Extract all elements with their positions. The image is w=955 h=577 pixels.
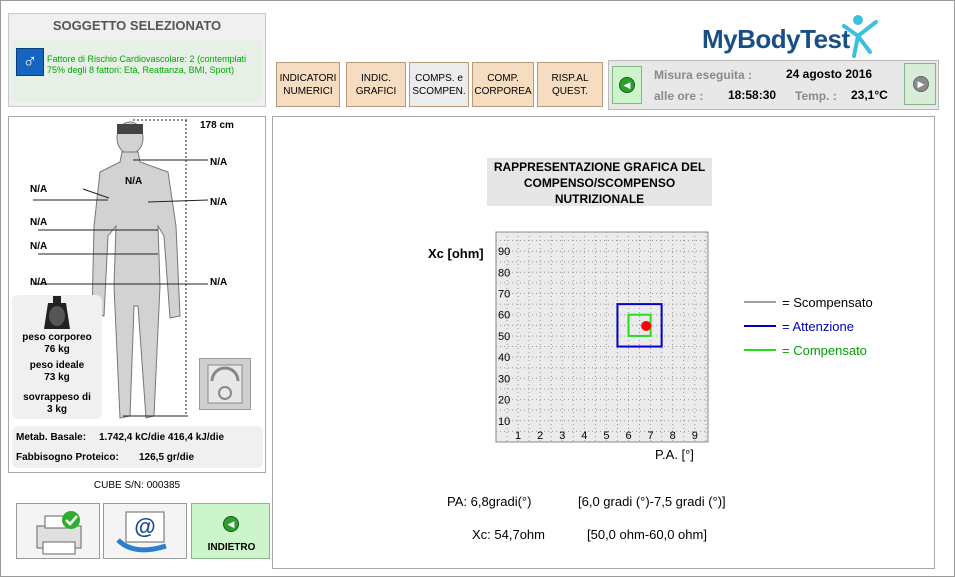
temp-value: 23,1°C [851,88,888,102]
measure-thigh-left: N/A [30,277,48,288]
y-tick-label: 60 [498,310,510,322]
x-tick-label: 5 [603,430,609,442]
scale-icon [207,364,243,404]
weight-icon [44,296,70,329]
tab-label-2: QUEST. [551,85,589,97]
y-tick-label: 90 [498,246,510,258]
peso-corporeo-label: peso corporeo [22,332,92,343]
measure-time-label: alle ore : [654,89,704,103]
chart-title-line2: COMPENSO/SCOMPENSO [523,176,676,190]
measure-hips: N/A [30,241,48,252]
subject-title: SOGGETTO SELEZIONATO [52,18,222,33]
tab-label-2: SCOMPEN. [412,85,466,97]
y-axis-label: Xc [ohm] [428,246,484,261]
x-axis-label: P.A. [°] [655,447,694,462]
y-tick-label: 10 [498,416,510,428]
x-tick-label: 6 [625,430,631,442]
scale-button[interactable] [199,358,251,410]
svg-text:@: @ [134,514,155,539]
measurement-point [641,320,652,331]
logo-figure-icon [842,15,878,58]
y-tick-label: 70 [498,289,510,301]
logo: MyBodyTest [700,12,890,60]
prev-measure-button[interactable]: ◀ [612,66,642,104]
fabb-value: 126,5 gr/die [139,452,195,463]
legend-label: = Compensato [782,343,867,358]
tab-risp-quest[interactable]: RISP.AL QUEST. [537,62,603,107]
peso-ideale-label: peso ideale [29,360,85,371]
y-tick-label: 20 [498,395,510,407]
pa-range: [6,0 gradi (°)-7,5 gradi (°)] [578,494,726,509]
measure-waist: N/A [30,217,48,228]
x-tick-label: 4 [581,430,587,442]
chart-title: RAPPRESENTAZIONE GRAFICA DEL COMPENSO/SC… [487,158,712,206]
fabb-label: Fabbisogno Proteico: [16,452,119,463]
peso-corporeo: peso corporeo 76 kg [12,332,102,356]
peso-ideale: peso ideale 73 kg [12,360,102,384]
sovrappeso: sovrappeso di 3 kg [12,392,102,416]
measure-thigh-right: N/A [210,277,228,288]
tab-label-1: COMP. [487,72,519,84]
measure-done-label: Misura eseguita : [654,68,753,82]
tab-indicatori-numerici[interactable]: INDICATORI NUMERICI [276,62,340,107]
arrow-right-icon: ▶ [913,76,929,92]
chart-title-line1: RAPPRESENTAZIONE GRAFICA DEL [493,160,706,174]
y-tick-label: 40 [498,352,510,364]
x-tick-label: 8 [670,430,676,442]
tab-label-1: INDIC. [361,72,391,84]
tab-label-2: NUMERICI [283,85,333,97]
tab-comps-scompen[interactable]: COMPS. e SCOMPEN. [409,62,469,107]
email-button[interactable]: @ [103,503,187,559]
device-serial: CUBE S/N: 000385 [93,480,181,491]
email-icon: @ [116,511,167,553]
measure-chest: N/A [125,176,143,187]
printer-icon [36,511,82,555]
tab-label-2: GRAFICI [355,85,397,97]
nutrition-chart: 1 2 3 4 5 6 7 8 9 10 20 30 40 50 60 70 80 90 [495,231,709,443]
temp-label: Temp. : [795,89,837,103]
tab-label-1: INDICATORI [279,72,337,84]
peso-ideale-value: 73 kg [44,372,70,383]
risk-text: Fattore di Rischio Cardiovascolare: 2 (c… [47,54,247,75]
sovrappeso-label: sovrappeso di [23,392,91,403]
tab-label-1: RISP.AL [551,72,589,84]
pa-value: PA: 6,8gradi(°) [447,494,532,509]
xc-value: Xc: 54,7ohm [472,527,545,542]
measure-neck: N/A [210,157,228,168]
tab-label-1: COMPS. e [415,72,463,84]
metab-value: 1.742,4 kC/die 416,4 kJ/die [99,432,225,443]
next-measure-button[interactable]: ▶ [904,63,936,105]
chart-legend: = Scompensato = Attenzione = Compensato [744,295,873,358]
x-tick-label: 7 [648,430,654,442]
sovrappeso-value: 3 kg [46,404,67,415]
peso-corporeo-value: 76 kg [44,344,70,355]
chart-title-line3: NUTRIZIONALE [554,192,645,206]
metab-label: Metab. Basale: [16,432,87,443]
tab-indic-grafici[interactable]: INDIC. GRAFICI [346,62,406,107]
back-button[interactable]: ◀ INDIETRO [191,503,270,559]
measure-forearm: N/A [210,197,228,208]
measure-arm: N/A [30,184,48,195]
measure-date: 24 agosto 2016 [786,67,873,81]
x-tick-label: 1 [515,430,521,442]
legend-label: = Attenzione [782,319,854,334]
back-label: INDIETRO [207,542,256,553]
legend-label: = Scompensato [782,295,873,310]
y-tick-label: 50 [498,331,510,343]
y-tick-label: 80 [498,267,510,279]
x-tick-label: 3 [559,430,565,442]
measure-time: 18:58:30 [728,88,777,102]
arrow-left-icon: ◀ [619,77,635,93]
male-icon: ♂ [16,48,44,76]
tab-label-2: CORPOREA [474,85,532,97]
x-tick-label: 9 [692,430,698,442]
x-tick-label: 2 [537,430,543,442]
logo-text: MyBodyTest [702,24,850,54]
height-value: 178 cm [200,120,234,131]
tab-comp-corporea[interactable]: COMP. CORPOREA [472,62,534,107]
y-tick-label: 30 [498,373,510,385]
arrow-left-icon: ◀ [223,516,239,532]
xc-range: [50,0 ohm-60,0 ohm] [587,527,707,542]
print-button[interactable] [16,503,100,559]
